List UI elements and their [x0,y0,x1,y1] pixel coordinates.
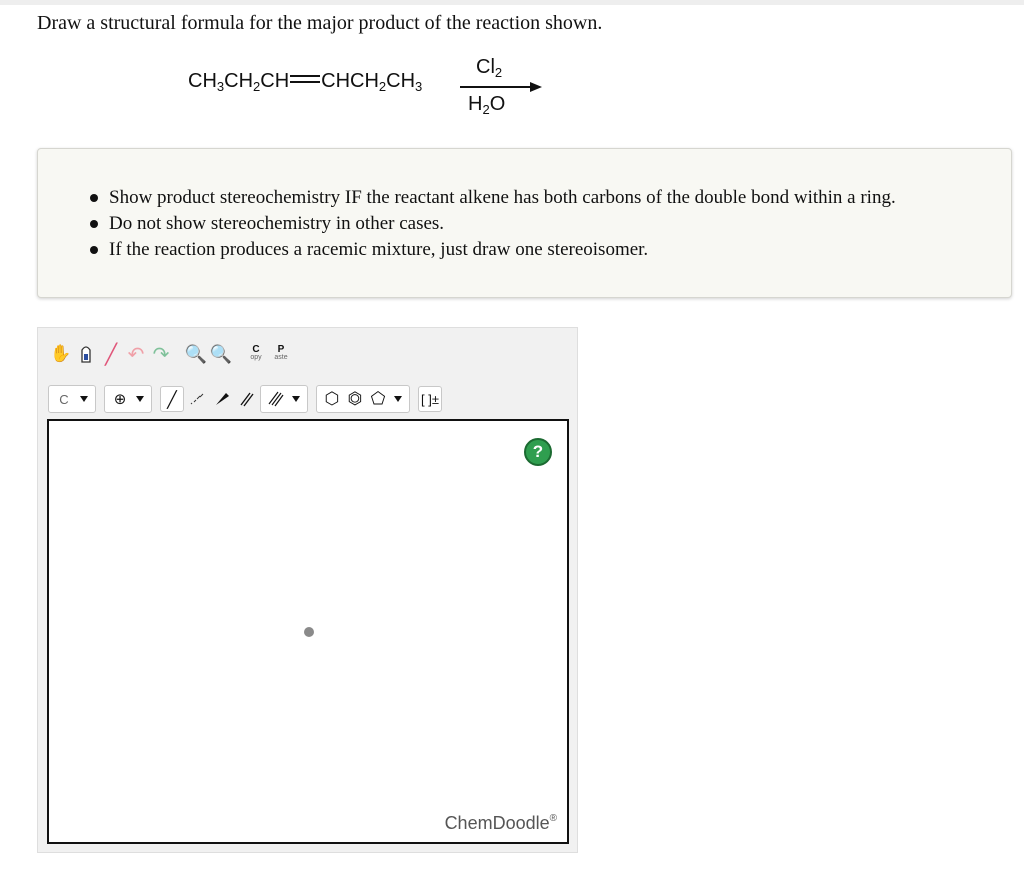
reactant-ch: CH [260,70,290,92]
stereo-wedge-bond-icon[interactable] [210,386,234,412]
reactant-sub: 3 [415,79,423,94]
help-button[interactable]: ? [524,438,552,466]
single-bond-icon[interactable]: ╱ [160,386,184,412]
double-bond-symbol [290,75,321,83]
chemdoodle-brand: ChemDoodle® [445,813,557,834]
paste-icon[interactable]: Paste [269,341,293,367]
eraser-icon[interactable]: ╱ [99,341,123,367]
brand-mark: ® [549,813,557,824]
copy-sub-label: opy [250,354,262,361]
triple-bond-icon [265,387,287,411]
paste-main-label: P [277,344,285,355]
element-dropdown[interactable]: C [48,385,96,413]
benzene-icon[interactable]: ⏣ [344,387,366,411]
lasso-icon[interactable] [74,341,98,367]
double-bond-icon[interactable] [235,386,259,412]
instruction-item: Do not show stereochemistry in other cas… [90,211,896,237]
undo-icon[interactable]: ↶ [124,341,148,367]
question-text: Draw a structural formula for the major … [37,12,603,34]
charge-dropdown[interactable]: ⊕ [104,385,152,413]
element-label: C [59,391,69,407]
drawing-canvas[interactable]: ? ChemDoodle® [47,419,569,844]
cyclohexane-icon[interactable]: ⬡ [321,387,343,411]
chevron-down-icon[interactable] [136,396,144,402]
toolbar-row-1: ✋ ╱ ↶ ↷ 🔍 🔍 Copy Paste [49,341,294,367]
instruction-item: Show product stereochemistry IF the reac… [90,185,896,211]
reactant-ch: CH [386,70,416,92]
reagent-water: H2O [468,93,505,116]
reaction-arrow [460,82,542,92]
cyclopentane-icon[interactable]: ⬠ [367,387,389,411]
top-bar [0,0,1024,5]
toolbar-row-2: C ⊕ ╱ ⬡ ⏣ ⬠ [ ]± [48,385,443,413]
instructions-list: Show product stereochemistry IF the reac… [90,185,896,263]
redo-icon[interactable]: ↷ [149,341,173,367]
reagent-symbol: O [489,93,506,115]
ring-dropdown[interactable]: ⬡ ⏣ ⬠ [316,385,410,413]
chevron-down-icon[interactable] [394,396,402,402]
reagent-sub: 2 [494,65,503,80]
hand-icon[interactable]: ✋ [49,341,73,367]
zoom-out-icon[interactable]: 🔍 [209,341,233,367]
instruction-item: If the reaction produces a racemic mixtu… [90,237,896,263]
chevron-down-icon[interactable] [80,396,88,402]
reaction-scheme: CH3CH2CH CHCH2CH3 Cl2 H2O [188,50,568,130]
reagent-symbol: Cl [476,56,495,78]
brand-name: ChemDoodle [444,813,550,833]
paste-sub-label: aste [274,354,288,361]
stereo-hashed-bond-icon[interactable] [185,386,209,412]
charge-icon: ⊕ [113,390,127,408]
reactant-ch: CH [224,70,254,92]
reagent-symbol: H [468,93,483,115]
bond-dropdown[interactable] [260,385,308,413]
zoom-in-icon[interactable]: 🔍 [184,341,208,367]
chemdoodle-sketcher: ✋ ╱ ↶ ↷ 🔍 🔍 Copy Paste C ⊕ ╱ ⬡ ⏣ ⬠ []± … [37,327,578,853]
bracket-icon[interactable]: [ ]± [418,386,442,412]
reactant-formula: CH3CH2CH CHCH2CH3 [188,70,422,93]
reactant-chch: CHCH [321,70,379,92]
reactant-ch: CH [188,70,217,92]
reagent-sub: 2 [482,102,490,117]
copy-icon[interactable]: Copy [244,341,268,367]
chevron-down-icon[interactable] [292,396,300,402]
copy-main-label: C [252,344,260,355]
reagent-chlorine: Cl2 [476,56,502,79]
instructions-box: Show product stereochemistry IF the reac… [37,148,1012,298]
canvas-center-dot [304,627,314,637]
